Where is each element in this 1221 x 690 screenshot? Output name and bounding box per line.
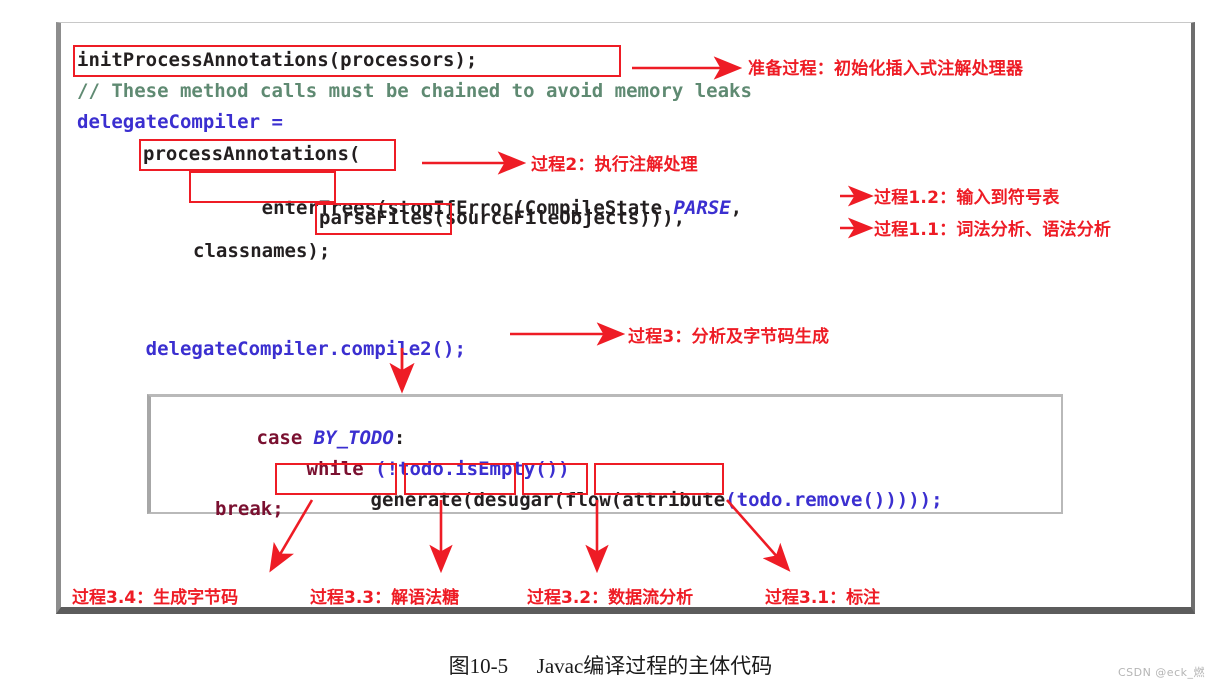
code-listing: initProcessAnnotations(processors); // T… [61, 23, 1200, 615]
code-line-init-process-annotations: initProcessAnnotations(processors); [77, 49, 478, 71]
code-line-break: break; [215, 498, 284, 520]
annotation-process-3: 过程3：分析及字节码生成 [628, 327, 830, 347]
annotation-process-1-2: 过程1.2：输入到符号表 [874, 188, 1060, 208]
annotation-process-2: 过程2：执行注解处理 [531, 155, 698, 175]
code-line-compile2: delegateCompiler.compile2(); [77, 316, 466, 382]
watermark: CSDN @eck_燃 [1117, 666, 1205, 679]
code-line-delegate-compiler: delegateCompiler = [77, 111, 283, 133]
annotation-process-3-1: 过程3.1：标注 [765, 588, 881, 608]
annotation-process-3-4: 过程3.4：生成字节码 [72, 588, 239, 608]
figure-caption: 图10-5 Javac编译过程的主体代码 [0, 650, 1221, 680]
code-line-classnames: classnames); [193, 240, 331, 262]
code-line-pipeline-calls: generate(desugar(flow(attribute(todo.rem… [370, 489, 943, 511]
annotation-prepare: 准备过程：初始化插入式注解处理器 [748, 59, 1024, 79]
code-token-flow: flow [565, 489, 611, 511]
figure-frame: initProcessAnnotations(processors); // T… [56, 22, 1195, 614]
code-token-generate: generate [370, 489, 463, 511]
code-token-todo-remove: (todo.remove())))); [725, 489, 943, 511]
code-line-parse-files: parseFiles(sourceFileObjects))), [319, 207, 686, 229]
annotation-process-3-3: 过程3.3：解语法糖 [310, 588, 460, 608]
annotation-process-3-2: 过程3.2：数据流分析 [527, 588, 694, 608]
annotation-process-1-1: 过程1.1：词法分析、语法分析 [874, 220, 1112, 240]
code-token-delegate-compiler-compile2: delegateCompiler.compile2(); [145, 338, 466, 360]
code-line-comment: // These method calls must be chained to… [77, 80, 752, 102]
code-line-process-annotations: processAnnotations( [143, 143, 361, 165]
figure-caption-number: 图10-5 [448, 654, 509, 678]
code-token-desugar: desugar [473, 489, 554, 511]
code-token-comma: , [730, 197, 743, 219]
figure-caption-text: Javac编译过程的主体代码 [536, 654, 773, 678]
inner-code-block: case BY_TODO: while (!todo.isEmpty()) ge… [147, 394, 1063, 520]
code-token-attribute: attribute [622, 489, 726, 511]
